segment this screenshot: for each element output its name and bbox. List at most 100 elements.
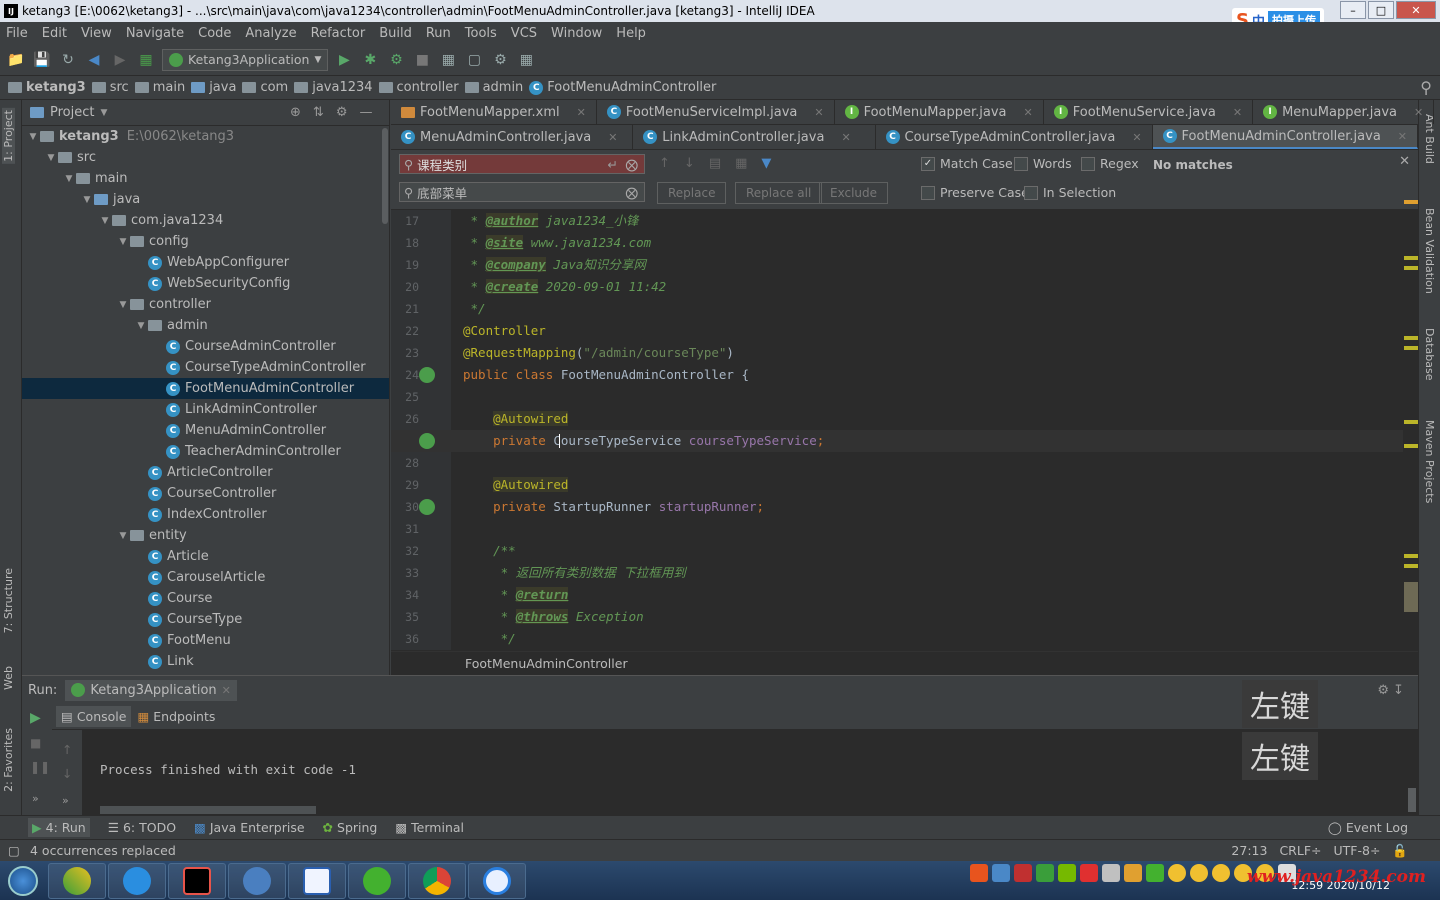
tree-item[interactable]: C Article: [22, 546, 389, 567]
taskbar-app-browser[interactable]: [108, 862, 166, 899]
tree-item[interactable]: C WebAppConfigurer: [22, 252, 389, 273]
search-field[interactable]: ⚲ 课程类别 ↵ ⨂: [399, 154, 645, 174]
close-tab-icon[interactable]: ✕: [1132, 131, 1141, 144]
run-tab-app[interactable]: Ketang3Application ✕: [65, 679, 237, 701]
editor-tab[interactable]: FootMenuMapper.xml ✕: [391, 100, 597, 124]
qq-icon[interactable]: [1212, 864, 1230, 882]
breadcrumb-main[interactable]: main: [134, 80, 185, 95]
tree-item[interactable]: C CourseAdminController: [22, 336, 389, 357]
taskbar-app-intellij[interactable]: [168, 862, 226, 899]
breadcrumb-com[interactable]: com: [242, 80, 288, 95]
menu-vcs[interactable]: VCS: [511, 26, 537, 41]
close-tab-icon[interactable]: ✕: [1398, 130, 1407, 143]
up-icon[interactable]: ↑: [62, 742, 72, 757]
tree-item[interactable]: ▼ src: [22, 147, 389, 168]
breadcrumb-src[interactable]: src: [91, 80, 129, 95]
menu-view[interactable]: View: [81, 26, 112, 41]
qq-icon[interactable]: [1190, 864, 1208, 882]
forward-icon[interactable]: ▶: [110, 50, 130, 70]
tool-tab-web[interactable]: Web: [2, 666, 15, 690]
status-toggle-icon[interactable]: ▢: [8, 843, 20, 858]
maximize-button[interactable]: □: [1368, 1, 1394, 19]
tray-icon[interactable]: [1080, 864, 1098, 882]
coverage-icon[interactable]: ⚙: [386, 50, 406, 70]
autowired-gutter-icon[interactable]: [419, 433, 435, 449]
tray-icon[interactable]: [992, 864, 1010, 882]
inspection-status-icon[interactable]: [1404, 200, 1418, 204]
hide-icon[interactable]: —: [359, 105, 372, 120]
search-icon[interactable]: ⚲: [1420, 78, 1432, 97]
menu-run[interactable]: Run: [426, 26, 451, 41]
clear-search-icon[interactable]: ⨂: [626, 157, 639, 172]
menu-window[interactable]: Window: [551, 26, 602, 41]
stop-icon[interactable]: ■: [30, 736, 41, 750]
project-scrollbar[interactable]: [382, 128, 388, 224]
caret-position[interactable]: 27:13: [1231, 843, 1267, 859]
tool-tab-bean-validation[interactable]: Bean Validation: [1423, 208, 1436, 294]
sync-icon[interactable]: ↻: [58, 50, 78, 70]
tree-item[interactable]: C WebSecurityConfig: [22, 273, 389, 294]
menu-file[interactable]: File: [6, 26, 28, 41]
project-structure-icon[interactable]: ▦: [438, 50, 458, 70]
tray-icon[interactable]: [1014, 864, 1032, 882]
editor-tab[interactable]: I FootMenuService.java ✕: [1044, 100, 1254, 124]
tree-item[interactable]: C LinkAdminController: [22, 399, 389, 420]
console-output[interactable]: Process finished with exit code -1: [100, 762, 356, 777]
exclude-button[interactable]: Exclude: [819, 182, 889, 204]
editor-tab[interactable]: I MenuMapper.java ✕: [1253, 100, 1435, 124]
taskbar-app-navicat[interactable]: [228, 862, 286, 899]
match-case-checkbox[interactable]: ✓ Match Case: [921, 156, 1013, 171]
expand-arrow-icon[interactable]: ▼: [26, 132, 40, 142]
tool-run-tab[interactable]: ▶ 4: Run: [28, 818, 90, 837]
pause-icon[interactable]: ❚❚: [30, 760, 50, 774]
breadcrumb-admin[interactable]: admin: [464, 80, 523, 95]
taskbar-app-chrome[interactable]: [408, 862, 466, 899]
menu-code[interactable]: Code: [198, 26, 231, 41]
expand-arrow-icon[interactable]: ▼: [62, 174, 76, 184]
editor-tab[interactable]: C FootMenuAdminController.java ✕: [1152, 125, 1419, 149]
file-encoding[interactable]: UTF-8÷: [1334, 843, 1381, 859]
previous-occurrence-icon[interactable]: ↑: [659, 156, 670, 171]
regex-checkbox[interactable]: Regex: [1081, 156, 1139, 171]
menu-help[interactable]: Help: [616, 26, 646, 41]
menu-edit[interactable]: Edit: [42, 26, 67, 41]
breadcrumb-java1234[interactable]: java1234: [294, 80, 373, 95]
back-icon[interactable]: ◀: [84, 50, 104, 70]
run-icon[interactable]: ▶: [334, 50, 354, 70]
console-vscrollbar[interactable]: [1408, 788, 1416, 812]
breadcrumb-controller[interactable]: controller: [378, 80, 459, 95]
minimize-button[interactable]: –: [1340, 1, 1366, 19]
in-selection-checkbox[interactable]: In Selection: [1024, 185, 1116, 200]
build-icon[interactable]: ▦: [136, 50, 156, 70]
taskbar-app-editor[interactable]: [288, 862, 346, 899]
tree-item[interactable]: C CourseType: [22, 609, 389, 630]
expand-arrow-icon[interactable]: ▼: [80, 195, 94, 205]
expand-arrow-icon[interactable]: ▼: [116, 237, 130, 247]
console-tab[interactable]: ▤ Console: [56, 706, 132, 727]
sdk-icon[interactable]: ▢: [464, 50, 484, 70]
tray-icon[interactable]: [1102, 864, 1120, 882]
replace-field[interactable]: ⚲ 底部菜单 ⨂: [399, 182, 645, 202]
event-log-tab[interactable]: ◯ Event Log: [1328, 820, 1408, 835]
chevron-down-icon[interactable]: ▼: [100, 108, 107, 118]
editor-breadcrumb-class[interactable]: FootMenuAdminController: [465, 656, 628, 671]
menu-analyze[interactable]: Analyze: [245, 26, 296, 41]
collapse-icon[interactable]: ⇅: [313, 105, 324, 120]
clear-replace-icon[interactable]: ⨂: [626, 185, 639, 200]
tree-item[interactable]: C ArticleController: [22, 462, 389, 483]
close-tab-icon[interactable]: ✕: [577, 106, 586, 119]
editor-tab[interactable]: C MenuAdminController.java ✕: [391, 125, 634, 149]
expand-arrow-icon[interactable]: ▼: [116, 531, 130, 541]
editor-tab[interactable]: C LinkAdminController.java ✕: [633, 125, 876, 149]
expand-arrow-icon[interactable]: ▼: [134, 321, 148, 331]
editor-tab[interactable]: C FootMenuServiceImpl.java ✕: [597, 100, 835, 124]
rerun-icon[interactable]: ▶: [30, 710, 41, 726]
project-panel-title[interactable]: Project: [50, 105, 94, 120]
tool-terminal-tab[interactable]: ▩ Terminal: [395, 820, 464, 835]
tree-item[interactable]: C TeacherAdminController: [22, 441, 389, 462]
tool-tab-project[interactable]: 1: Project: [2, 108, 15, 164]
nvidia-icon[interactable]: [1058, 864, 1076, 882]
lock-icon[interactable]: 🔓: [1392, 843, 1408, 859]
tool-todo-tab[interactable]: ☰ 6: TODO: [108, 820, 176, 835]
filter-icon[interactable]: ▼: [761, 156, 771, 171]
